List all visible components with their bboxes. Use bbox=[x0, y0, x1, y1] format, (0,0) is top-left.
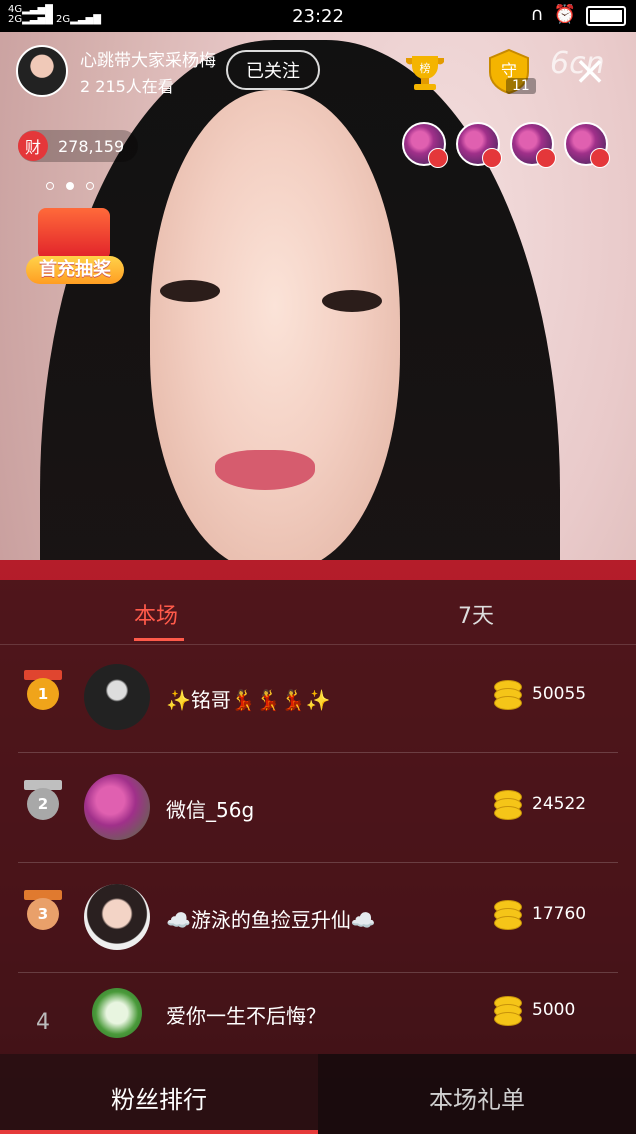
top-fan-avatar[interactable] bbox=[564, 122, 610, 168]
coin-stack-icon bbox=[494, 996, 524, 1026]
user-name: 爱你一生不后悔？ bbox=[166, 1004, 326, 1028]
promo-label: 首充抽奖 bbox=[26, 256, 124, 284]
gold-medal-icon: 1 bbox=[24, 670, 62, 716]
video-face bbox=[150, 90, 400, 570]
host-info-text: 心跳带大家采杨梅 2 215人在看 bbox=[80, 46, 216, 97]
crown-icon bbox=[536, 148, 556, 168]
trophy-label: 榜 bbox=[420, 61, 431, 75]
active-tab-underline bbox=[134, 638, 184, 641]
user-name: ☁️游泳的鱼捡豆升仙☁️ bbox=[166, 908, 376, 932]
headphones-icon: ∩ bbox=[530, 4, 544, 25]
status-icons: ∩ ⏰ bbox=[530, 4, 626, 26]
trophy-icon[interactable]: 榜 bbox=[404, 52, 446, 94]
contribution-score: 17760 bbox=[532, 904, 587, 924]
coin-stack-icon bbox=[494, 790, 524, 820]
ranking-row[interactable]: 1 ✨铭哥💃💃💃✨ 50055 bbox=[18, 644, 618, 753]
bronze-medal-icon: 3 bbox=[24, 890, 62, 936]
user-name: 微信_56g bbox=[166, 798, 255, 822]
tab-fan-ranking[interactable]: 粉丝排行 bbox=[0, 1054, 318, 1134]
user-name: ✨铭哥💃💃💃✨ bbox=[166, 688, 331, 712]
tab-seven-days[interactable]: 7天 bbox=[458, 598, 494, 630]
user-avatar[interactable] bbox=[84, 774, 150, 840]
wealth-badge[interactable]: 财 278,159 bbox=[18, 130, 139, 162]
top-fan-avatar[interactable] bbox=[456, 122, 502, 168]
ranking-row[interactable]: 2 微信_56g 24522 bbox=[18, 754, 618, 863]
gift-box-icon bbox=[38, 208, 110, 260]
silver-medal-icon: 2 bbox=[24, 780, 62, 826]
page-dot bbox=[46, 182, 54, 190]
top-fan-avatar[interactable] bbox=[510, 122, 556, 168]
page-dot bbox=[86, 182, 94, 190]
user-avatar[interactable] bbox=[84, 884, 150, 950]
alarm-icon: ⏰ bbox=[553, 4, 576, 25]
guard-count-badge: 11 bbox=[506, 78, 536, 94]
wealth-icon: 财 bbox=[18, 131, 48, 161]
first-recharge-lottery-button[interactable]: 首充抽奖 bbox=[26, 208, 124, 286]
battery-icon bbox=[586, 6, 626, 26]
ranking-tabs: 本场 7天 bbox=[0, 580, 636, 645]
fan-ranking-label: 粉丝排行 bbox=[111, 1086, 207, 1114]
follow-button[interactable]: 已关注 bbox=[226, 50, 320, 90]
host-name: 心跳带大家采杨梅 bbox=[80, 50, 216, 71]
video-eye bbox=[160, 280, 220, 302]
host-avatar[interactable] bbox=[16, 45, 68, 97]
close-icon[interactable]: × bbox=[570, 51, 610, 92]
user-avatar[interactable] bbox=[84, 664, 150, 730]
fan-ranking-panel: 本场 7天 1 ✨铭哥💃💃💃✨ 50055 2 微信_56g 24522 3 ☁… bbox=[0, 580, 636, 1134]
crown-icon bbox=[590, 148, 610, 168]
video-mouth bbox=[215, 450, 315, 490]
coin-stack-icon bbox=[494, 900, 524, 930]
coin-stack-icon bbox=[494, 680, 524, 710]
status-bar: 4G▂▃▅▇ 2G▂▃▅▇ 2G▂▃▅▇ 23:22 ∩ ⏰ bbox=[0, 0, 636, 32]
wealth-value: 278,159 bbox=[58, 136, 125, 156]
tab-gift-list[interactable]: 本场礼单 bbox=[318, 1054, 636, 1134]
contribution-score: 24522 bbox=[532, 794, 587, 814]
rank-number: 4 bbox=[36, 1010, 50, 1035]
active-tab-underline bbox=[0, 1130, 318, 1134]
viewer-count: 2 215人在看 bbox=[80, 76, 174, 96]
ranking-row[interactable]: 3 ☁️游泳的鱼捡豆升仙☁️ 17760 bbox=[18, 864, 618, 973]
page-dot-active bbox=[66, 182, 74, 190]
crown-icon bbox=[482, 148, 502, 168]
tab-current-session[interactable]: 本场 bbox=[134, 598, 178, 630]
page-indicator bbox=[46, 182, 94, 190]
user-avatar[interactable] bbox=[92, 988, 142, 1038]
bottom-tabs: 粉丝排行 本场礼单 bbox=[0, 1054, 636, 1134]
contribution-score: 50055 bbox=[532, 684, 587, 704]
host-info[interactable]: 心跳带大家采杨梅 2 215人在看 bbox=[16, 44, 216, 98]
video-eye bbox=[322, 290, 382, 312]
crown-icon bbox=[428, 148, 448, 168]
gift-list-label: 本场礼单 bbox=[429, 1086, 525, 1114]
contribution-score: 5000 bbox=[532, 1000, 576, 1020]
ranking-row[interactable]: 4 爱你一生不后悔？ 5000 bbox=[18, 974, 618, 1054]
top-fan-avatar[interactable] bbox=[402, 122, 448, 168]
